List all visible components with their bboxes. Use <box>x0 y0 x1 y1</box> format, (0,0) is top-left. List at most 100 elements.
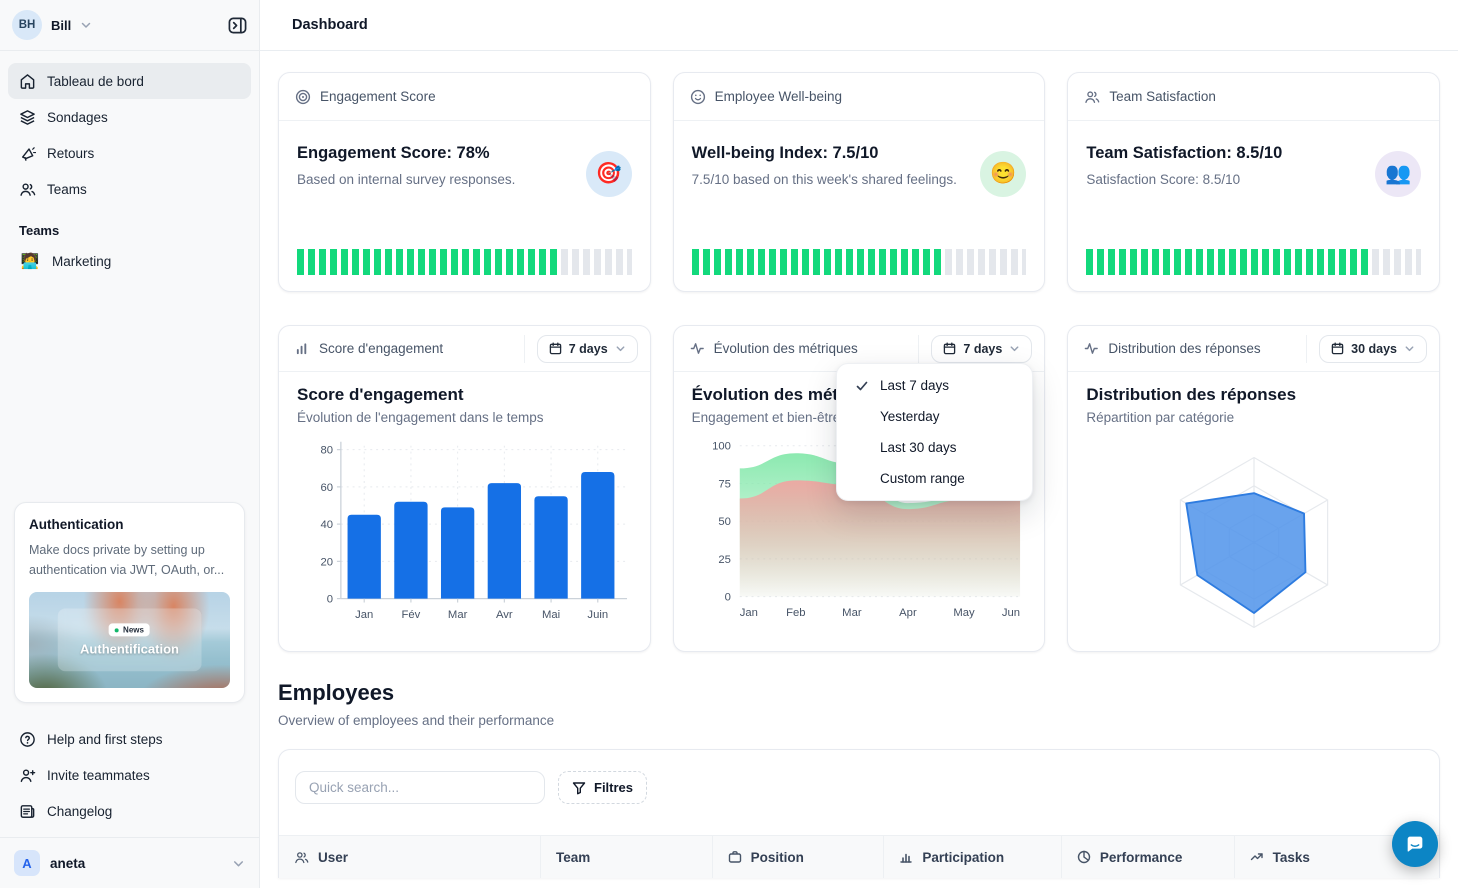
chart-subtitle: Répartition par catégorie <box>1086 410 1421 425</box>
news-badge: News <box>109 623 150 636</box>
smiley-icon <box>690 89 706 105</box>
chevron-down-icon <box>80 19 92 31</box>
stat-card-header: Team Satisfaction <box>1068 73 1439 121</box>
segmented-progress-bar <box>1086 249 1421 275</box>
chart-body: Score d'engagement Évolution de l'engage… <box>279 372 650 633</box>
chevron-down-icon <box>232 857 245 870</box>
svg-text:May: May <box>953 607 975 619</box>
range-divider: 7 days <box>918 335 1032 363</box>
workspace-avatar: BH <box>12 10 42 40</box>
pie-chart-icon <box>1077 850 1091 864</box>
funnel-icon <box>572 781 586 795</box>
progress-fill <box>692 249 943 275</box>
svg-text:80: 80 <box>320 445 333 457</box>
newspaper-icon <box>19 803 36 820</box>
account-switcher[interactable]: A aneta <box>0 837 259 888</box>
app: BH Bill Tableau de bord Sondages Retours <box>0 0 1458 888</box>
chart-card-engagement-score: Score d'engagement 7 days Score d'engage… <box>278 325 651 652</box>
svg-text:Feb: Feb <box>786 607 805 619</box>
activity-icon <box>690 341 705 356</box>
trending-up-icon <box>1250 850 1264 864</box>
date-range-button[interactable]: 7 days <box>537 335 638 363</box>
table-header-row: User Team Position Participation <box>279 835 1439 878</box>
promo-image: News Authentification <box>29 592 230 688</box>
menu-item-last-7-days[interactable]: Last 7 days <box>843 370 1026 401</box>
sidebar: BH Bill Tableau de bord Sondages Retours <box>0 0 260 888</box>
sidebar-item-changelog[interactable]: Changelog <box>8 793 251 829</box>
stat-header-label: Team Satisfaction <box>1109 89 1216 104</box>
sidebar-item-label: Help and first steps <box>47 732 163 747</box>
sidebar-footer: Help and first steps Invite teammates Ch… <box>0 713 259 829</box>
authentication-promo-card[interactable]: Authentication Make docs private by sett… <box>14 502 245 703</box>
date-range-button[interactable]: 30 days <box>1319 335 1427 363</box>
range-divider: 30 days <box>1306 335 1427 363</box>
svg-text:Juin: Juin <box>587 609 608 621</box>
column-header-team[interactable]: Team <box>540 836 712 878</box>
help-circle-icon <box>19 731 36 748</box>
sidebar-item-retours[interactable]: Retours <box>8 135 251 171</box>
stat-card-header: Engagement Score <box>279 73 650 121</box>
svg-text:Jan: Jan <box>355 609 373 621</box>
stat-header-label: Engagement Score <box>320 89 436 104</box>
sidebar-item-label: Teams <box>47 182 87 197</box>
sidebar-nav: Tableau de bord Sondages Retours Teams <box>0 51 259 207</box>
megaphone-icon <box>19 145 36 162</box>
stat-title: Team Satisfaction: 8.5/10 <box>1086 144 1421 163</box>
stat-subtitle: Satisfaction Score: 8.5/10 <box>1086 172 1421 187</box>
chart-card-header: Score d'engagement 7 days <box>279 326 650 372</box>
user-plus-icon <box>19 767 36 784</box>
search-input[interactable] <box>295 771 545 804</box>
collapse-sidebar-icon[interactable] <box>228 16 247 35</box>
column-header-user[interactable]: User <box>279 836 540 878</box>
chart-body: Distribution des réponses Répartition pa… <box>1068 372 1439 662</box>
filters-label: Filtres <box>594 780 633 795</box>
svg-text:Jun: Jun <box>1002 607 1020 619</box>
layers-icon <box>19 109 36 126</box>
team-emoji-icon: 🧑‍💻 <box>19 252 41 270</box>
sidebar-item-label: Sondages <box>47 110 108 125</box>
chart-header-label: Évolution des métriques <box>714 341 858 356</box>
stat-subtitle: Based on internal survey responses. <box>297 172 632 187</box>
sidebar-item-sondages[interactable]: Sondages <box>8 99 251 135</box>
chat-bubble-icon <box>1404 833 1426 855</box>
spacer <box>0 279 259 492</box>
column-header-participation[interactable]: Participation <box>883 836 1060 878</box>
column-header-position[interactable]: Position <box>712 836 884 878</box>
svg-text:Avr: Avr <box>496 609 513 621</box>
sidebar-item-invite[interactable]: Invite teammates <box>8 757 251 793</box>
chart-header-label: Score d'engagement <box>319 341 443 356</box>
workspace-name: Bill <box>51 18 71 33</box>
promo-title: Authentication <box>29 517 230 532</box>
menu-item-yesterday[interactable]: Yesterday <box>843 401 1026 432</box>
svg-text:75: 75 <box>718 478 731 490</box>
workspace-switcher[interactable]: BH Bill <box>0 0 259 50</box>
svg-text:0: 0 <box>327 594 333 606</box>
filters-button[interactable]: Filtres <box>558 771 647 804</box>
stat-card-satisfaction: Team Satisfaction Team Satisfaction: 8.5… <box>1067 72 1440 292</box>
check-icon <box>853 377 870 394</box>
bar-chart-icon <box>899 850 913 864</box>
account-name: aneta <box>50 856 85 871</box>
sidebar-item-help[interactable]: Help and first steps <box>8 721 251 757</box>
sidebar-item-tableau-de-bord[interactable]: Tableau de bord <box>8 63 251 99</box>
promo-image-overlay: News Authentification <box>57 608 202 671</box>
date-range-button[interactable]: 7 days <box>931 335 1032 363</box>
chevron-down-icon <box>1404 343 1415 354</box>
sidebar-team-marketing[interactable]: 🧑‍💻 Marketing <box>8 243 251 279</box>
menu-item-custom-range[interactable]: Custom range <box>843 463 1026 494</box>
employees-table-card: Filtres User Team Position <box>278 749 1440 878</box>
range-divider: 7 days <box>524 335 638 363</box>
page-title: Dashboard <box>292 17 368 33</box>
promo-body: Make docs private by setting up authenti… <box>29 541 230 580</box>
svg-text:40: 40 <box>320 519 333 531</box>
target-emoji-badge: 🎯 <box>586 151 632 197</box>
menu-item-last-30-days[interactable]: Last 30 days <box>843 432 1026 463</box>
chat-launcher-button[interactable] <box>1392 821 1438 867</box>
sidebar-item-teams[interactable]: Teams <box>8 171 251 207</box>
column-header-performance[interactable]: Performance <box>1061 836 1234 878</box>
chart-header-label: Distribution des réponses <box>1108 341 1260 356</box>
stat-card-header: Employee Well-being <box>674 73 1045 121</box>
home-icon <box>19 73 36 90</box>
users-icon <box>19 181 36 198</box>
stat-cards-row: Engagement Score Engagement Score: 78% B… <box>278 72 1440 292</box>
